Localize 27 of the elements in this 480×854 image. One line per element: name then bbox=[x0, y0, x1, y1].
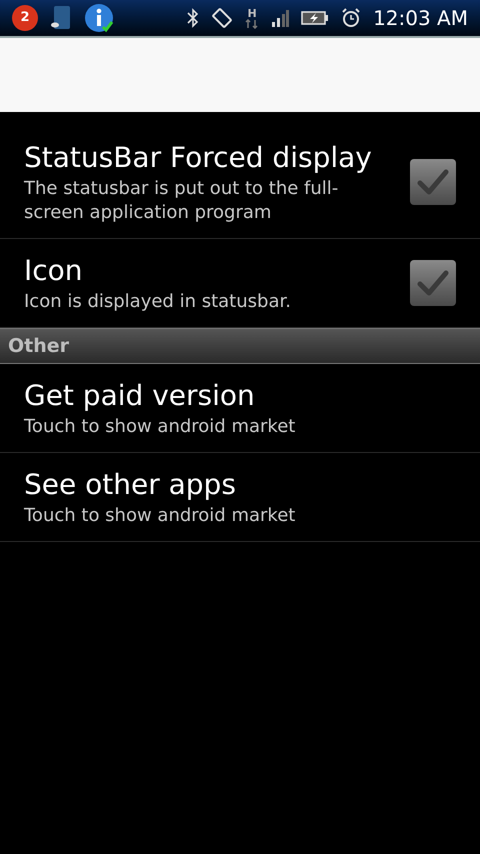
alarm-clock-icon bbox=[341, 8, 362, 28]
info-icon bbox=[84, 3, 114, 33]
data-arrows-icon bbox=[245, 18, 260, 28]
settings-item[interactable]: StatusBar Forced display The statusbar is put out to the full-screen application program bbox=[0, 126, 480, 239]
bluetooth-icon bbox=[187, 8, 200, 28]
item-title: See other apps bbox=[24, 467, 237, 503]
rotation-icon bbox=[211, 7, 234, 29]
battery-charging-icon bbox=[301, 10, 330, 26]
settings-item[interactable]: See other apps Touch to show android market bbox=[0, 453, 480, 542]
item-summary: Touch to show android market bbox=[24, 504, 296, 528]
check-icon bbox=[416, 167, 450, 197]
item-summary: Touch to show android market bbox=[24, 415, 296, 439]
check-icon bbox=[416, 268, 450, 298]
item-title: Get paid version bbox=[24, 378, 256, 414]
signal-icon bbox=[271, 9, 290, 27]
settings-item[interactable]: Get paid version Touch to show android market bbox=[0, 364, 480, 453]
item-title: StatusBar Forced display bbox=[24, 140, 373, 176]
item-summary: Icon is displayed in statusbar. bbox=[24, 290, 292, 314]
item-summary: The statusbar is put out to the full-screen application program bbox=[24, 177, 340, 225]
checkbox[interactable] bbox=[410, 260, 456, 306]
clock-time: 12:03 AM bbox=[373, 5, 468, 32]
notification-badge: 2 bbox=[12, 5, 38, 31]
checkbox[interactable] bbox=[410, 159, 456, 205]
phone-app-icon bbox=[50, 5, 72, 31]
network-type: H bbox=[247, 8, 257, 18]
item-title: Icon bbox=[24, 253, 84, 289]
section-header: Other bbox=[0, 328, 480, 364]
